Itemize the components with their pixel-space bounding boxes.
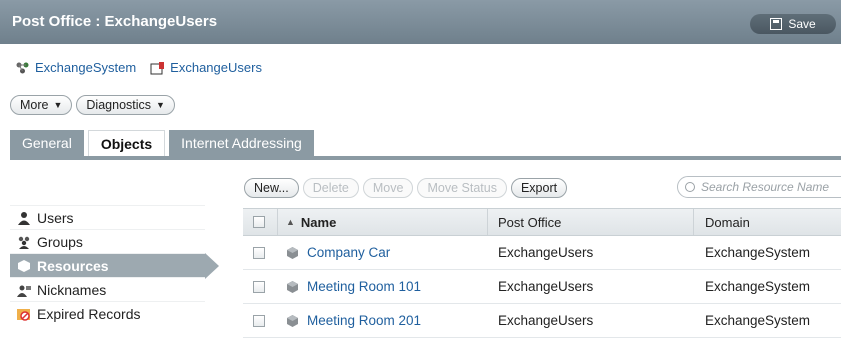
sidebar-item-resources[interactable]: Resources [10, 253, 219, 279]
sidebar-item-groups[interactable]: Groups [10, 229, 205, 253]
post-office-cell: ExchangeUsers [498, 245, 594, 260]
tab-objects[interactable]: Objects [87, 130, 166, 157]
save-icon [770, 18, 783, 30]
post-office-cell: ExchangeUsers [498, 313, 594, 328]
sidebar-item-expired-records[interactable]: Expired Records [10, 301, 205, 325]
table-row[interactable]: Company Car ExchangeUsers ExchangeSystem [243, 236, 841, 270]
column-header-post-office[interactable]: Post Office [498, 209, 561, 235]
user-icon [18, 211, 30, 225]
tab-bar: General Objects Internet Addressing [10, 130, 314, 157]
action-dropdowns: More ▼ Diagnostics ▼ [10, 95, 175, 115]
domain-cell: ExchangeSystem [705, 279, 811, 294]
row-checkbox[interactable] [253, 246, 265, 259]
resource-icon [287, 314, 298, 327]
column-header-domain[interactable]: Domain [705, 209, 750, 235]
tab-general[interactable]: General [10, 130, 84, 156]
row-checkbox[interactable] [253, 314, 265, 327]
domain-cell: ExchangeSystem [705, 245, 811, 260]
breadcrumb-system-link[interactable]: ExchangeSystem [35, 60, 136, 75]
sidebar-item-users[interactable]: Users [10, 205, 205, 229]
sidebar-item-label: Expired Records [37, 305, 141, 322]
diagnostics-dropdown[interactable]: Diagnostics ▼ [76, 95, 175, 115]
tab-underline [10, 156, 841, 160]
table-row[interactable]: Meeting Room 101 ExchangeUsers ExchangeS… [243, 270, 841, 304]
search-input[interactable]: Search Resource Name [677, 176, 841, 198]
search-placeholder: Search Resource Name [701, 180, 830, 194]
resource-name-link[interactable]: Company Car [307, 245, 390, 260]
expired-icon [17, 308, 30, 321]
resource-name-link[interactable]: Meeting Room 201 [307, 313, 421, 328]
tab-internet-addressing[interactable]: Internet Addressing [169, 130, 314, 156]
resource-toolbar: New... Delete Move Move Status Export [244, 178, 568, 198]
save-button[interactable]: Save [750, 14, 836, 34]
chevron-down-icon: ▼ [53, 100, 63, 110]
group-icon [18, 236, 30, 249]
export-button[interactable]: Export [510, 178, 568, 198]
more-dropdown[interactable]: More ▼ [10, 95, 73, 115]
resource-icon [18, 259, 30, 272]
post-office-icon [150, 61, 165, 74]
domain-cell: ExchangeSystem [705, 313, 811, 328]
sort-ascending-icon: ▲ [286, 217, 295, 227]
chevron-down-icon: ▼ [156, 100, 165, 110]
sidebar-item-label: Nicknames [37, 281, 107, 298]
resource-name-link[interactable]: Meeting Room 101 [307, 279, 421, 294]
move-button[interactable]: Move [362, 178, 414, 198]
page-title: Post Office : ExchangeUsers [12, 13, 218, 30]
resources-table: ▲ Name Post Office Domain Company Car Ex… [243, 208, 841, 338]
resource-icon [287, 246, 298, 259]
column-header-name[interactable]: ▲ Name [286, 209, 336, 235]
save-label: Save [788, 17, 816, 31]
search-icon [685, 182, 695, 192]
breadcrumb: ExchangeSystem ExchangeUsers [15, 60, 262, 75]
sidebar-item-label: Groups [37, 233, 83, 250]
sidebar-item-nicknames[interactable]: Nicknames [10, 277, 205, 301]
new-button[interactable]: New... [244, 178, 299, 198]
row-checkbox[interactable] [253, 280, 265, 293]
table-header: ▲ Name Post Office Domain [243, 208, 841, 236]
header-bar: Post Office : ExchangeUsers Save [0, 0, 841, 44]
table-row[interactable]: Meeting Room 201 ExchangeUsers ExchangeS… [243, 304, 841, 338]
move-status-button[interactable]: Move Status [417, 178, 507, 198]
system-icon [16, 62, 29, 73]
sidebar-item-label: Users [37, 209, 74, 226]
delete-button[interactable]: Delete [302, 178, 359, 198]
nickname-icon [17, 285, 31, 297]
diagnostics-label: Diagnostics [86, 98, 152, 112]
sidebar-item-label: Resources [37, 257, 109, 274]
resource-icon [287, 280, 298, 293]
object-type-sidebar: Users Groups Resources Nicknames Expired… [10, 205, 219, 325]
breadcrumb-postoffice-link[interactable]: ExchangeUsers [170, 60, 262, 75]
post-office-cell: ExchangeUsers [498, 279, 594, 294]
select-all-checkbox[interactable] [253, 216, 265, 228]
column-label: Name [300, 214, 337, 230]
more-label: More [20, 98, 49, 112]
